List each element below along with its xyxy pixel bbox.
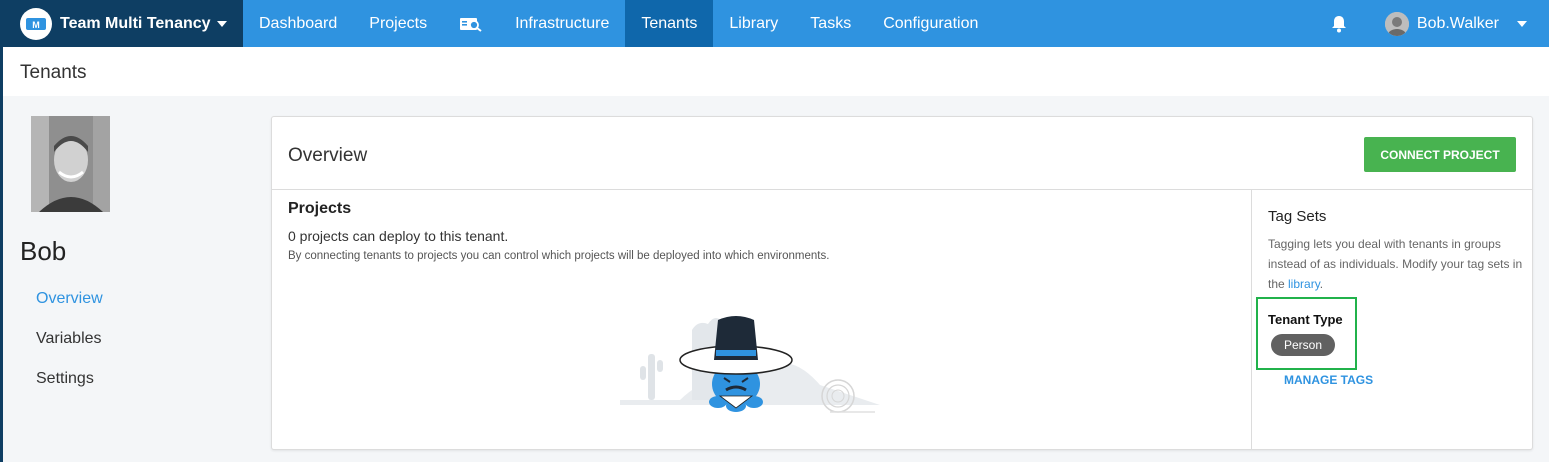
manage-tags-link[interactable]: MANAGE TAGS xyxy=(1284,373,1373,387)
space-name: Team Multi Tenancy xyxy=(60,14,211,32)
search-icon[interactable] xyxy=(443,0,499,47)
projects-section: Projects 0 projects can deploy to this t… xyxy=(272,190,1251,450)
left-edge-divider xyxy=(0,96,3,462)
tag-sets-help-suffix: . xyxy=(1319,277,1324,291)
space-logo-icon: M xyxy=(20,7,52,40)
page-header: Tenants xyxy=(0,47,1549,96)
nav-tasks[interactable]: Tasks xyxy=(794,0,867,47)
tag-sets-help-text: Tagging lets you deal with tenants in gr… xyxy=(1268,234,1524,294)
nav-right-group: Bob.Walker xyxy=(1319,0,1549,47)
top-navigation-bar: M Team Multi Tenancy Dashboard Projects … xyxy=(0,0,1549,47)
svg-text:M: M xyxy=(32,20,40,30)
nav-dashboard[interactable]: Dashboard xyxy=(243,0,353,47)
empty-state-illustration xyxy=(620,316,880,413)
page-title: Tenants xyxy=(20,62,87,83)
nav-projects[interactable]: Projects xyxy=(353,0,443,47)
tenant-avatar xyxy=(31,116,110,212)
projects-heading: Projects xyxy=(288,200,352,217)
chevron-down-icon xyxy=(1517,20,1527,27)
card-title: Overview xyxy=(288,145,368,166)
projects-help-text: By connecting tenants to projects you ca… xyxy=(288,250,830,262)
tag-sets-panel: Tag Sets Tagging lets you deal with tena… xyxy=(1251,190,1532,450)
user-menu[interactable]: Bob.Walker xyxy=(1384,11,1527,36)
space-switcher[interactable]: M Team Multi Tenancy xyxy=(0,0,243,47)
nav-infrastructure[interactable]: Infrastructure xyxy=(499,0,625,47)
tag-sets-heading: Tag Sets xyxy=(1268,208,1327,225)
connect-project-button[interactable]: CONNECT PROJECT xyxy=(1364,137,1516,172)
tag-pill-person: Person xyxy=(1271,334,1335,356)
tag-type-label: Tenant Type xyxy=(1268,312,1343,327)
sidebar-item-settings[interactable]: Settings xyxy=(36,370,94,388)
sidebar-item-overview[interactable]: Overview xyxy=(36,290,103,308)
bell-icon[interactable] xyxy=(1319,15,1359,33)
card-header: Overview CONNECT PROJECT xyxy=(272,117,1532,190)
tenant-name: Bob xyxy=(20,236,67,266)
overview-card: Overview CONNECT PROJECT Projects 0 proj… xyxy=(271,116,1533,450)
nav-tenants[interactable]: Tenants xyxy=(625,0,714,47)
nav-configuration[interactable]: Configuration xyxy=(867,0,994,47)
library-link[interactable]: library xyxy=(1288,277,1320,291)
projects-count-text: 0 projects can deploy to this tenant. xyxy=(288,228,509,244)
nav-library[interactable]: Library xyxy=(713,0,794,47)
user-name: Bob.Walker xyxy=(1416,14,1499,32)
main-nav: Dashboard Projects Infrastructure Tenant… xyxy=(243,0,994,47)
user-avatar xyxy=(1384,11,1409,36)
sidebar-item-variables[interactable]: Variables xyxy=(36,330,102,348)
chevron-down-icon xyxy=(216,20,227,27)
